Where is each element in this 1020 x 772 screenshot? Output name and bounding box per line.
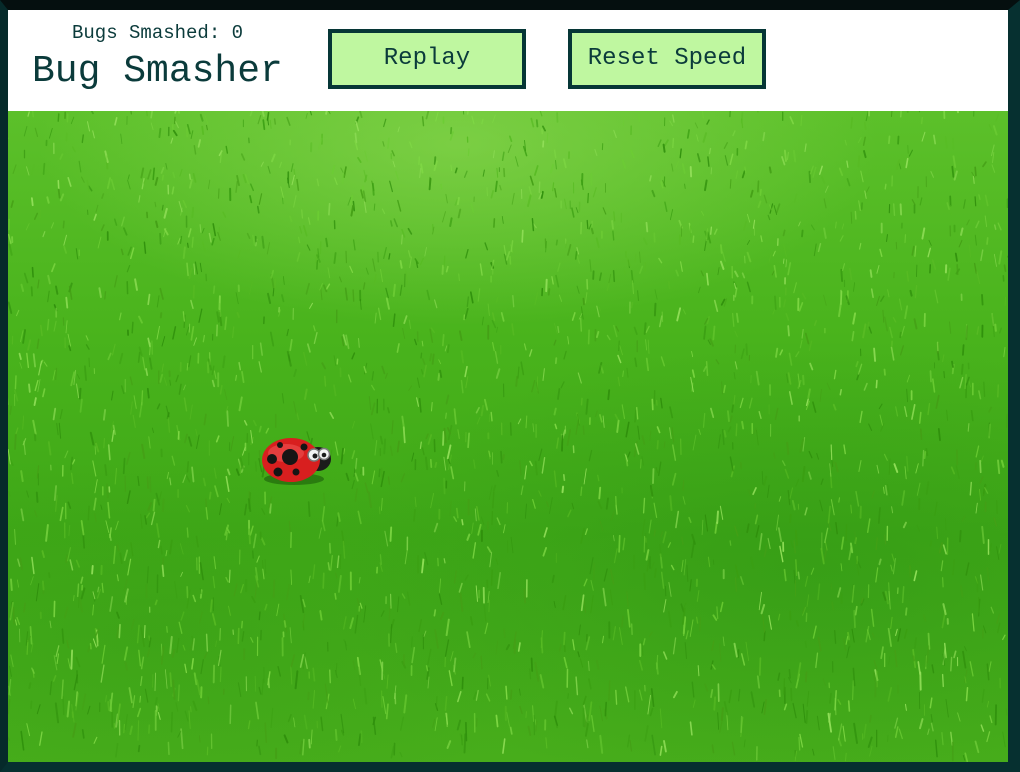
bug-pupil [312,453,318,459]
ladybug-bug[interactable] [258,433,334,489]
grass-blades [8,111,1008,762]
game-frame: Bugs Smashed: 0 Bug Smasher Replay Reset… [0,0,1020,772]
grass-texture [8,111,1008,762]
reset-speed-button[interactable]: Reset Speed [568,29,766,89]
replay-button[interactable]: Replay [328,29,526,89]
game-title: Bug Smasher [32,50,283,93]
bug-spot [267,454,277,464]
bug-pupil [321,452,327,458]
bug-spot [300,443,308,451]
bug-spot [282,449,298,465]
bug-spot [277,442,283,448]
game-header: Bugs Smashed: 0 Bug Smasher Replay Reset… [8,10,1008,111]
score-counter: Bugs Smashed: 0 [72,22,244,44]
bug-spot [273,467,283,477]
grass-field[interactable] [8,111,1008,762]
bug-spot [292,468,300,476]
